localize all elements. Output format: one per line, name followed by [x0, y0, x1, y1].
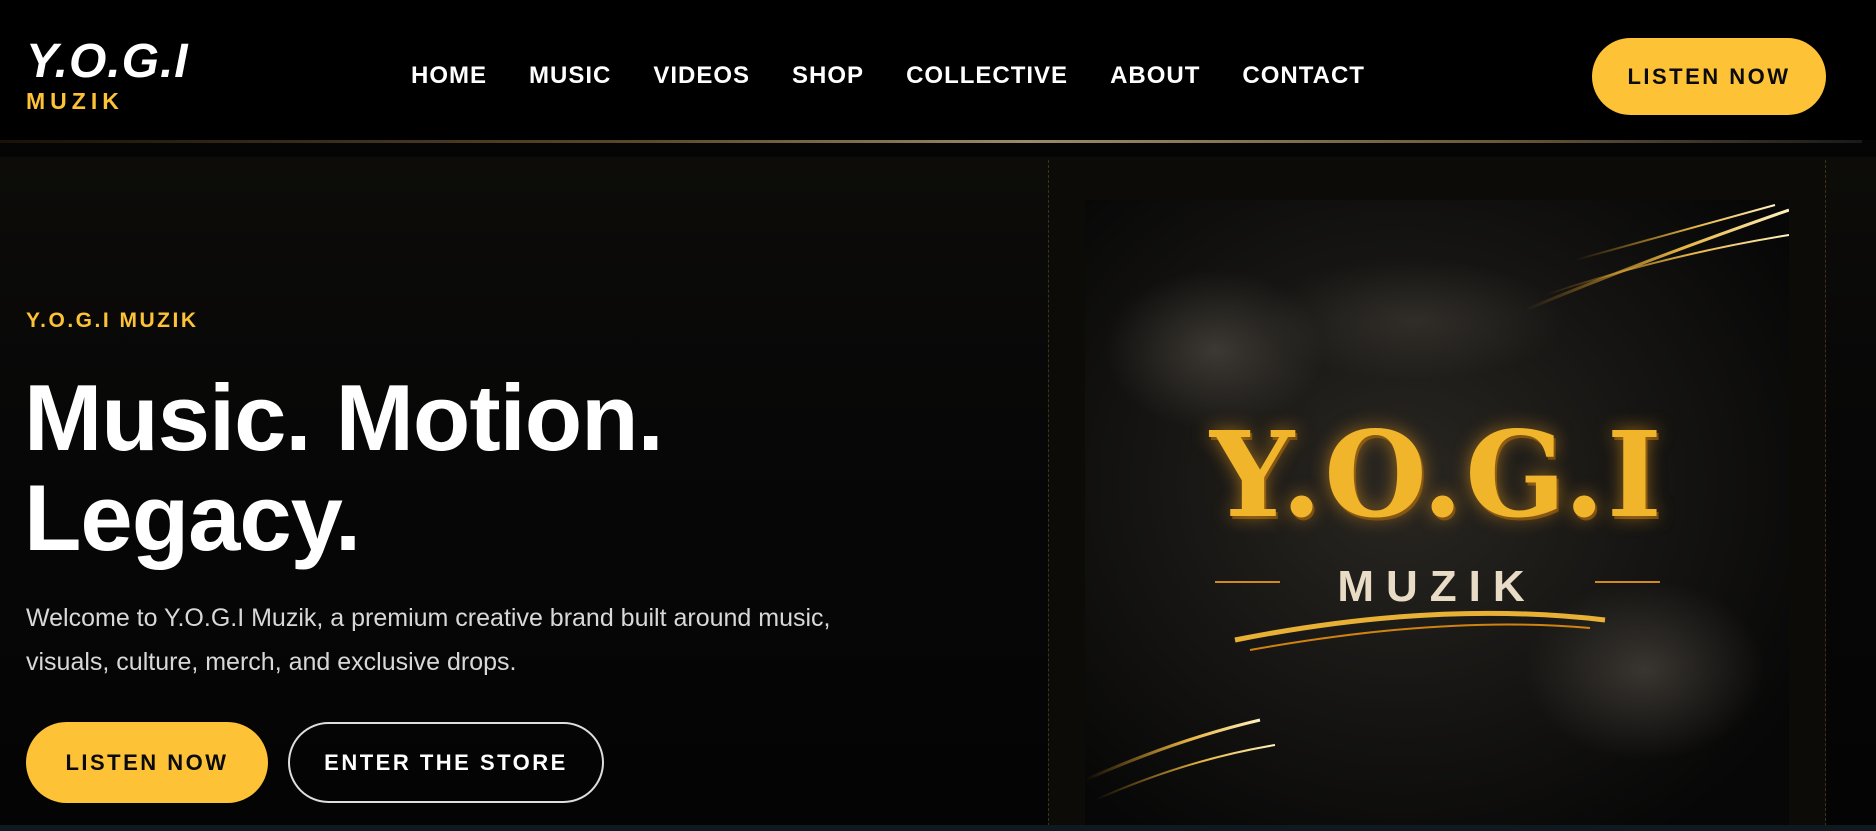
nav-item-collective[interactable]: COLLECTIVE — [906, 62, 1068, 90]
hero-intro: Welcome to Y.O.G.I Muzik, a premium crea… — [26, 596, 966, 684]
hero-headline: Music. Motion. Legacy. — [24, 368, 924, 568]
enter-store-button[interactable]: ENTER THE STORE — [288, 722, 604, 803]
artwork-title: Y.O.G.I — [1210, 405, 1664, 544]
hero-intro-line-1: Welcome to Y.O.G.I Muzik, a premium crea… — [26, 604, 831, 632]
nav-item-contact[interactable]: CONTACT — [1242, 62, 1365, 90]
nav-item-home[interactable]: HOME — [411, 62, 487, 90]
site-header: Y.O.G.I MUZIK HOME MUSIC VIDEOS SHOP COL… — [0, 0, 1876, 140]
brand-artwork: Y.O.G.I MUZIK — [1085, 200, 1789, 831]
nav-item-shop[interactable]: SHOP — [792, 62, 864, 90]
main-nav: HOME MUSIC VIDEOS SHOP COLLECTIVE ABOUT … — [411, 56, 1365, 96]
hero-bottom-edge — [0, 825, 1876, 831]
hero-eyebrow: Y.O.G.I MUZIK — [26, 309, 199, 332]
header-divider — [0, 140, 1862, 143]
logo-sub-text: MUZIK — [26, 88, 124, 114]
hero-headline-line-1: Music. Motion. — [24, 365, 664, 470]
logo-main-text: Y.O.G.I — [26, 35, 189, 88]
nav-item-videos[interactable]: VIDEOS — [653, 62, 750, 90]
header-listen-now-button[interactable]: LISTEN NOW — [1592, 38, 1826, 115]
artwork-subtitle: MUZIK — [1337, 562, 1537, 611]
page: Y.O.G.I MUZIK HOME MUSIC VIDEOS SHOP COL… — [0, 0, 1876, 831]
brand-logo[interactable]: Y.O.G.I MUZIK — [26, 38, 226, 118]
nav-item-music[interactable]: MUSIC — [529, 62, 611, 90]
nav-item-about[interactable]: ABOUT — [1110, 62, 1200, 90]
hero-intro-line-2: visuals, culture, merch, and exclusive d… — [26, 648, 517, 676]
hero-headline-line-2: Legacy. — [24, 465, 361, 570]
hero-listen-now-button[interactable]: LISTEN NOW — [26, 722, 268, 803]
